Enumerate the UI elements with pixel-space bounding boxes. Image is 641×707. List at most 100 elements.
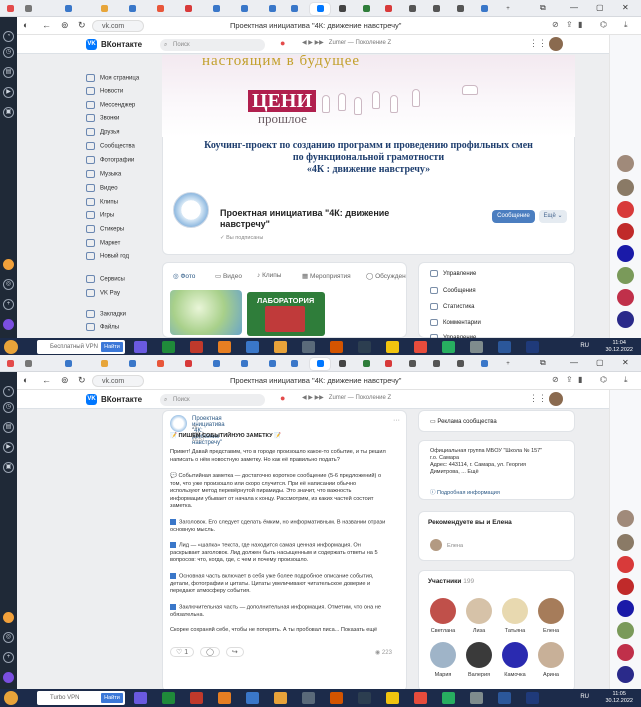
tab-13[interactable] (380, 3, 396, 15)
tab-17[interactable] (476, 3, 492, 15)
chat-avatar[interactable] (617, 311, 634, 328)
notifications-icon[interactable]: ◔ (3, 386, 14, 397)
filezilla-icon[interactable] (190, 341, 203, 353)
chrome-icon[interactable] (442, 341, 455, 353)
like-button[interactable]: ♡ 1 (170, 647, 195, 657)
member-name[interactable]: Лиза (462, 628, 496, 634)
member-avatar[interactable] (502, 642, 528, 668)
chat-avatar[interactable] (617, 267, 634, 284)
powerpoint-icon[interactable] (330, 692, 343, 704)
tabs-icon[interactable]: ▤ (3, 67, 14, 78)
tab-1[interactable] (20, 358, 36, 370)
menu-vk-pay[interactable]: VK Pay (86, 289, 120, 297)
chat-avatar[interactable] (617, 179, 634, 196)
menu-video[interactable]: Видео (86, 184, 118, 192)
share-icon[interactable]: ⇪ (566, 20, 573, 29)
filezilla-icon[interactable] (190, 692, 203, 704)
close-button[interactable]: ✕ (622, 3, 629, 12)
tab-discussions[interactable]: ◯ Обсужден (366, 272, 406, 280)
chat-avatar[interactable] (617, 201, 634, 218)
minimize-button[interactable]: — (570, 358, 578, 367)
back-icon[interactable]: ← (42, 375, 51, 385)
member-avatar[interactable] (538, 598, 564, 624)
tab-14[interactable] (404, 3, 420, 15)
reader-icon[interactable]: ⊚ (61, 20, 69, 31)
back-icon[interactable]: ← (42, 20, 51, 30)
member-avatar[interactable] (430, 642, 456, 668)
alice-assistant-icon[interactable] (3, 612, 14, 623)
alice-assistant-icon[interactable] (3, 259, 14, 270)
member-name[interactable]: Мария (426, 672, 460, 678)
member-name[interactable]: Камочка (498, 672, 532, 678)
share-icon[interactable]: ⇪ (566, 375, 573, 384)
vk-brand[interactable]: ВКонтакте (101, 40, 142, 49)
menu-new-year[interactable]: Новый год (86, 252, 129, 260)
notifications-icon[interactable]: ◔ (3, 31, 14, 42)
tab-10[interactable] (286, 3, 302, 15)
taskbar-app[interactable] (134, 341, 147, 353)
tab-9[interactable] (264, 358, 280, 370)
photoshop-icon[interactable] (526, 341, 539, 353)
taskbar-search[interactable]: Turbo VPN Найти (37, 691, 125, 705)
minimize-button[interactable]: — (570, 3, 578, 12)
apps-grid-icon[interactable]: ⋮⋮ (529, 38, 547, 49)
tab-clips[interactable]: ♪ Клипы (257, 272, 281, 279)
explorer-icon[interactable] (386, 692, 399, 704)
vk-logo[interactable]: VK (86, 39, 97, 50)
reload-icon[interactable]: ↻ (78, 20, 86, 31)
tabs-icon[interactable]: ▤ (3, 422, 14, 433)
tab-5[interactable] (152, 358, 168, 370)
member-name[interactable]: Валерия (462, 672, 496, 678)
taskbar-search-button[interactable]: Найти (101, 693, 123, 703)
tab-7[interactable] (208, 3, 224, 15)
bookmarks-icon[interactable]: ▣ (3, 107, 14, 118)
menu-news[interactable]: Новости (86, 87, 123, 95)
alice-icon[interactable]: ◐ (23, 375, 28, 385)
chat-avatar[interactable] (617, 556, 634, 573)
new-tab-button[interactable]: + (500, 358, 516, 370)
add-panel-icon[interactable]: + (3, 652, 14, 663)
notifications-bell-icon[interactable]: ● (280, 38, 285, 48)
menu-games[interactable]: Игры (86, 211, 114, 219)
member-name[interactable]: Арина (534, 672, 568, 678)
taskbar-app[interactable] (218, 692, 231, 704)
menu-calls[interactable]: Звонки (86, 114, 119, 122)
tab-14[interactable] (404, 358, 420, 370)
chat-avatar[interactable] (617, 223, 634, 240)
taskbar-app[interactable] (470, 341, 483, 353)
history-icon[interactable]: ◷ (3, 47, 14, 58)
notifications-bell-icon[interactable]: ● (280, 393, 285, 403)
taskbar-app[interactable] (302, 692, 315, 704)
chat-avatar[interactable] (617, 578, 634, 595)
maximize-button[interactable]: ▢ (596, 358, 604, 367)
app-icon[interactable] (3, 672, 14, 683)
chat-avatar[interactable] (617, 600, 634, 617)
tab-actions-icon[interactable]: ⧉ (540, 358, 546, 368)
menu-bookmarks[interactable]: Закладки (86, 310, 126, 318)
tab-1[interactable] (20, 3, 36, 15)
member-name[interactable]: Светлана (426, 628, 460, 634)
user-avatar[interactable] (549, 392, 563, 406)
admin-comments[interactable]: Комментарии (430, 319, 481, 326)
user-avatar[interactable] (549, 37, 563, 51)
community-avatar[interactable] (173, 192, 209, 228)
profile-tab[interactable] (2, 3, 18, 15)
bookmark-icon[interactable]: ▮ (578, 20, 582, 29)
audio-player[interactable]: ◀ ▶ ▶▶ Zumer — Поколение Z (302, 39, 391, 46)
tab-5[interactable] (152, 3, 168, 15)
menu-music[interactable]: Музыка (86, 170, 121, 178)
tab-6[interactable] (180, 3, 196, 15)
tab-8[interactable] (236, 3, 252, 15)
translate-icon[interactable]: ⊘ (552, 20, 559, 29)
start-button[interactable] (4, 340, 18, 354)
member-avatar[interactable] (538, 642, 564, 668)
tab-11[interactable] (334, 358, 350, 370)
play-icon[interactable]: ▶ (3, 87, 14, 98)
yandex-icon[interactable] (414, 692, 427, 704)
admin-manage[interactable]: Управление (430, 270, 476, 277)
share-button[interactable]: ↪ (225, 647, 244, 657)
explorer-icon[interactable] (386, 341, 399, 353)
tab-10[interactable] (286, 358, 302, 370)
profile-tab[interactable] (2, 358, 18, 370)
tab-4[interactable] (124, 358, 140, 370)
